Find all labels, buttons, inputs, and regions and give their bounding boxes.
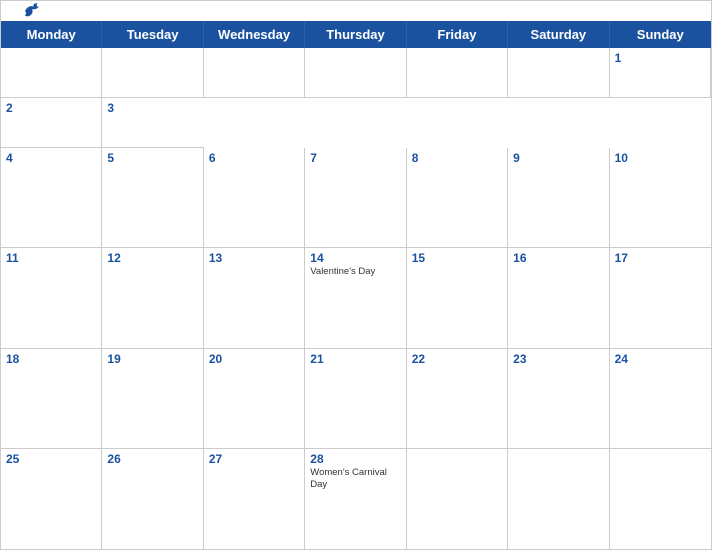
day-number: 26: [107, 452, 197, 466]
day-number: 12: [107, 251, 197, 265]
day-number: 27: [209, 452, 299, 466]
day-number: 8: [412, 151, 502, 165]
day-number: 4: [6, 151, 96, 165]
day-cell: 27: [204, 449, 305, 549]
day-number: 14: [310, 251, 400, 265]
day-cell: [508, 449, 609, 549]
day-cell: [102, 48, 203, 98]
day-cell: 6: [204, 148, 305, 248]
day-number: 2: [6, 101, 96, 115]
day-headers-row: MondayTuesdayWednesdayThursdayFridaySatu…: [1, 21, 711, 48]
day-number: 21: [310, 352, 400, 366]
week-row-1: 1 23: [1, 48, 711, 148]
week-row-5: 25 26 27 28Women's Carnival Day: [1, 449, 711, 549]
logo-bird-icon: [23, 3, 41, 19]
day-cell: 15: [407, 248, 508, 348]
day-cell: 12: [102, 248, 203, 348]
day-cell: 19: [102, 349, 203, 449]
day-number: 11: [6, 251, 96, 265]
day-cell: 16: [508, 248, 609, 348]
day-cell: 11: [1, 248, 102, 348]
day-cell: 23: [508, 349, 609, 449]
day-cell: 8: [407, 148, 508, 248]
day-header-friday: Friday: [407, 21, 508, 48]
day-cell: [1, 48, 102, 98]
day-header-sunday: Sunday: [610, 21, 711, 48]
day-cell: 9: [508, 148, 609, 248]
day-number: 25: [6, 452, 96, 466]
day-number: 5: [107, 151, 197, 165]
day-cell: 24: [610, 349, 711, 449]
day-cell: 7: [305, 148, 406, 248]
week-row-3: 11 12 13 14Valentine's Day 15 16 17: [1, 248, 711, 348]
day-cell: 28Women's Carnival Day: [305, 449, 406, 549]
day-number: 9: [513, 151, 603, 165]
day-header-monday: Monday: [1, 21, 102, 48]
day-number: 3: [107, 101, 198, 115]
day-cell: 13: [204, 248, 305, 348]
day-number: 7: [310, 151, 400, 165]
day-number: 15: [412, 251, 502, 265]
day-cell: 10: [610, 148, 711, 248]
calendar-grid: 1234567891011121314Valentine's Day151617…: [1, 48, 711, 549]
day-cell: 22: [407, 349, 508, 449]
day-number: 22: [412, 352, 502, 366]
day-number: 28: [310, 452, 400, 466]
day-number: 1: [615, 51, 705, 65]
day-number: 18: [6, 352, 96, 366]
week-row-4: 18 19 20 21 22 23 24: [1, 349, 711, 449]
day-cell: [305, 48, 406, 98]
day-cell: 2: [1, 98, 102, 148]
day-cell: [204, 48, 305, 98]
day-header-wednesday: Wednesday: [204, 21, 305, 48]
holiday-label: Valentine's Day: [310, 266, 400, 278]
day-cell: [407, 449, 508, 549]
day-cell: 25: [1, 449, 102, 549]
holiday-label: Women's Carnival Day: [310, 467, 400, 492]
day-header-saturday: Saturday: [508, 21, 609, 48]
day-number: 6: [209, 151, 299, 165]
day-cell: 4: [1, 148, 102, 248]
day-cell: 26: [102, 449, 203, 549]
day-cell: [508, 48, 609, 98]
day-cell: 1: [610, 48, 711, 98]
day-cell: 21: [305, 349, 406, 449]
day-cell: 17: [610, 248, 711, 348]
day-cell: 5: [102, 148, 203, 248]
day-number: 13: [209, 251, 299, 265]
day-cell: 14Valentine's Day: [305, 248, 406, 348]
logo-blue-text: [21, 3, 41, 19]
logo: [21, 3, 41, 19]
day-number: 20: [209, 352, 299, 366]
day-number: 16: [513, 251, 603, 265]
day-cell: 18: [1, 349, 102, 449]
calendar: MondayTuesdayWednesdayThursdayFridaySatu…: [0, 0, 712, 550]
day-number: 10: [615, 151, 706, 165]
day-number: 19: [107, 352, 197, 366]
day-cell: 3: [102, 98, 203, 148]
day-number: 24: [615, 352, 706, 366]
day-number: 17: [615, 251, 706, 265]
day-cell: [407, 48, 508, 98]
day-cell: 20: [204, 349, 305, 449]
calendar-header: [1, 1, 711, 21]
day-number: 23: [513, 352, 603, 366]
day-header-tuesday: Tuesday: [102, 21, 203, 48]
day-cell: [610, 449, 711, 549]
week-row-2: 456789 10: [1, 148, 711, 248]
day-header-thursday: Thursday: [305, 21, 406, 48]
